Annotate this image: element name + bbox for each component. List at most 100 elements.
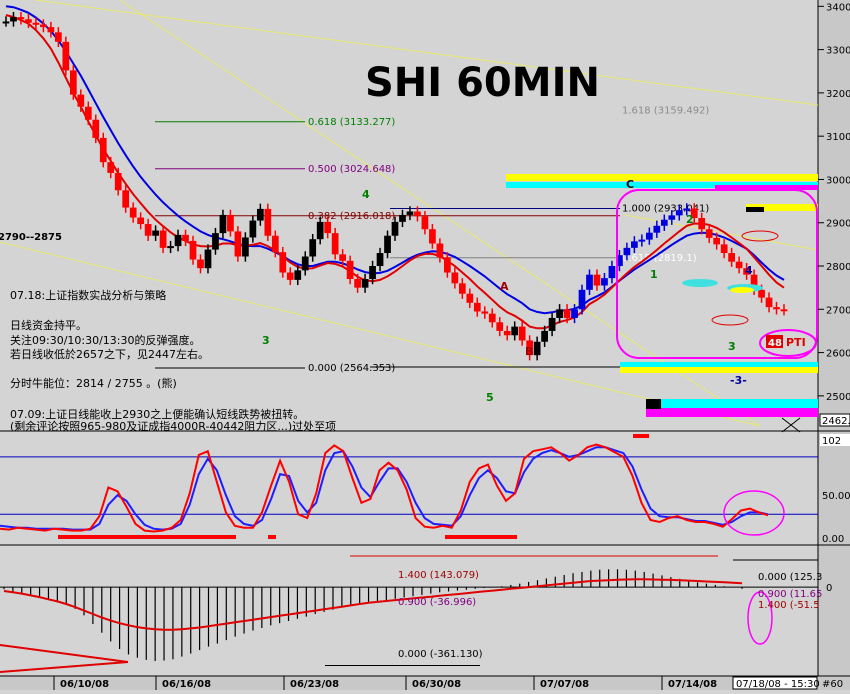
candle-body bbox=[548, 317, 556, 331]
candle-body bbox=[32, 22, 40, 25]
osc-tick-0: 102 bbox=[822, 436, 841, 447]
macd-zero-tick: 0 bbox=[826, 583, 832, 594]
candle-body bbox=[698, 217, 706, 230]
candle-body bbox=[713, 237, 721, 245]
candle-body bbox=[601, 278, 608, 286]
candle-body bbox=[10, 17, 17, 22]
y-axis-strip bbox=[818, 0, 850, 690]
chart-window: 0.618 (3133.277) 0.500 (3024.648) 0.382 (2… bbox=[0, 0, 850, 690]
candle-body bbox=[159, 230, 167, 248]
candle-body bbox=[114, 172, 122, 191]
candle-body bbox=[466, 293, 474, 303]
candle-body bbox=[197, 259, 204, 269]
note-6: (剩余评论按照965-980及证成指4000R-40442阻力区...)过处至项 bbox=[10, 419, 336, 433]
candle-body bbox=[25, 19, 32, 23]
note-2: 关注09:30/10:30/13:30的反弹强度。 bbox=[10, 333, 201, 347]
candle-body bbox=[758, 289, 765, 298]
candle-body bbox=[488, 313, 496, 323]
annotation-9: 3 bbox=[728, 340, 736, 353]
candle-body bbox=[369, 266, 376, 280]
osc-slow-line bbox=[0, 446, 769, 531]
annotation-3: 5 bbox=[486, 391, 494, 404]
note-0: 07.18:上证指数实战分析与策略 bbox=[10, 288, 166, 302]
note-5: 07.09:上证日线能收上2930之上便能确认短线跌势被扭转。 bbox=[10, 407, 304, 421]
candle-body bbox=[17, 17, 25, 20]
annotation-0: 2790--2875 bbox=[0, 232, 62, 243]
candle-body bbox=[578, 289, 586, 310]
note-3: 若日线收低於2657之下，见2447左右。 bbox=[10, 347, 209, 361]
candle-31 bbox=[234, 226, 242, 262]
price-tick-3: 3100 bbox=[826, 132, 850, 143]
candle-body bbox=[735, 261, 743, 269]
price-tick-4: 3000 bbox=[826, 175, 850, 186]
candle-body bbox=[54, 32, 62, 42]
x-last-label: 07/18/08 - 15:30 bbox=[736, 679, 820, 690]
candle-body bbox=[765, 297, 773, 308]
candle-body bbox=[473, 302, 481, 312]
candle-body bbox=[324, 221, 332, 234]
candle-body bbox=[212, 233, 219, 250]
candle-body bbox=[720, 244, 728, 254]
candle-body bbox=[533, 341, 541, 356]
candle-body bbox=[234, 231, 242, 257]
candle-body bbox=[40, 24, 47, 28]
macd-label-4: 0.900 (11.65 bbox=[758, 589, 822, 600]
band-black-4 bbox=[646, 399, 661, 409]
candle-body bbox=[631, 241, 638, 248]
annotation-5: B bbox=[525, 345, 533, 358]
candle-body bbox=[391, 221, 399, 236]
annotation-6: C bbox=[626, 178, 634, 191]
candle-body bbox=[69, 70, 77, 95]
candle-body bbox=[316, 221, 324, 240]
price-tick-6: 2800 bbox=[826, 262, 850, 273]
candle-body bbox=[294, 270, 302, 280]
osc-red-bar-1 bbox=[58, 535, 236, 539]
candle-body bbox=[242, 237, 249, 257]
annotation-11: -3- bbox=[730, 374, 747, 387]
candle-body bbox=[264, 208, 272, 236]
candle-body bbox=[638, 239, 646, 242]
annotation-8: 2 bbox=[686, 213, 694, 226]
candle-body bbox=[152, 230, 159, 236]
macd-label-5: 1.400 (-51.5 bbox=[758, 600, 820, 611]
candle-body bbox=[481, 311, 489, 314]
candle-body bbox=[458, 283, 466, 294]
price-tick-8: 2600 bbox=[826, 349, 850, 360]
candle-body bbox=[62, 41, 70, 71]
candle-body bbox=[608, 266, 616, 279]
annotation-1: 4 bbox=[362, 188, 370, 201]
x-tick-2: 06/23/08 bbox=[290, 679, 339, 690]
candle-body bbox=[518, 326, 526, 341]
candle-body bbox=[414, 211, 421, 217]
candle-body bbox=[286, 272, 294, 280]
band-black-2 bbox=[746, 207, 764, 212]
candle-body bbox=[77, 94, 85, 107]
candle-body bbox=[227, 214, 234, 232]
ellipse-yellow bbox=[730, 287, 754, 293]
candle-8 bbox=[62, 36, 70, 76]
x-last-trunc: #60 bbox=[822, 679, 843, 690]
candle-body bbox=[773, 307, 780, 310]
price-tick-9: 2500 bbox=[826, 392, 850, 403]
price-tick-5: 2900 bbox=[826, 219, 850, 230]
candle-body bbox=[271, 235, 279, 253]
candle-body bbox=[129, 207, 137, 218]
candle-body bbox=[683, 208, 691, 211]
candle-body bbox=[586, 274, 593, 290]
annotation-7: 1 bbox=[650, 268, 658, 281]
candle-9 bbox=[69, 65, 77, 100]
candle-body bbox=[2, 21, 10, 24]
macd-arrow-1 bbox=[0, 644, 129, 663]
candle-body bbox=[331, 233, 339, 255]
candle-body bbox=[496, 322, 504, 331]
candle-body bbox=[436, 243, 444, 258]
macd-arrow-2 bbox=[0, 661, 129, 673]
ellipse-cyan-1 bbox=[682, 279, 718, 287]
fib-label-0: 0.618 (3133.277) bbox=[308, 117, 395, 128]
candle-body bbox=[451, 272, 459, 284]
macd-label-1: 0.900 (-36.996) bbox=[398, 597, 476, 608]
candle-body bbox=[384, 235, 391, 254]
last-value: 2462.5 bbox=[822, 416, 850, 427]
candle-body bbox=[99, 137, 107, 163]
candle-body bbox=[443, 257, 451, 273]
